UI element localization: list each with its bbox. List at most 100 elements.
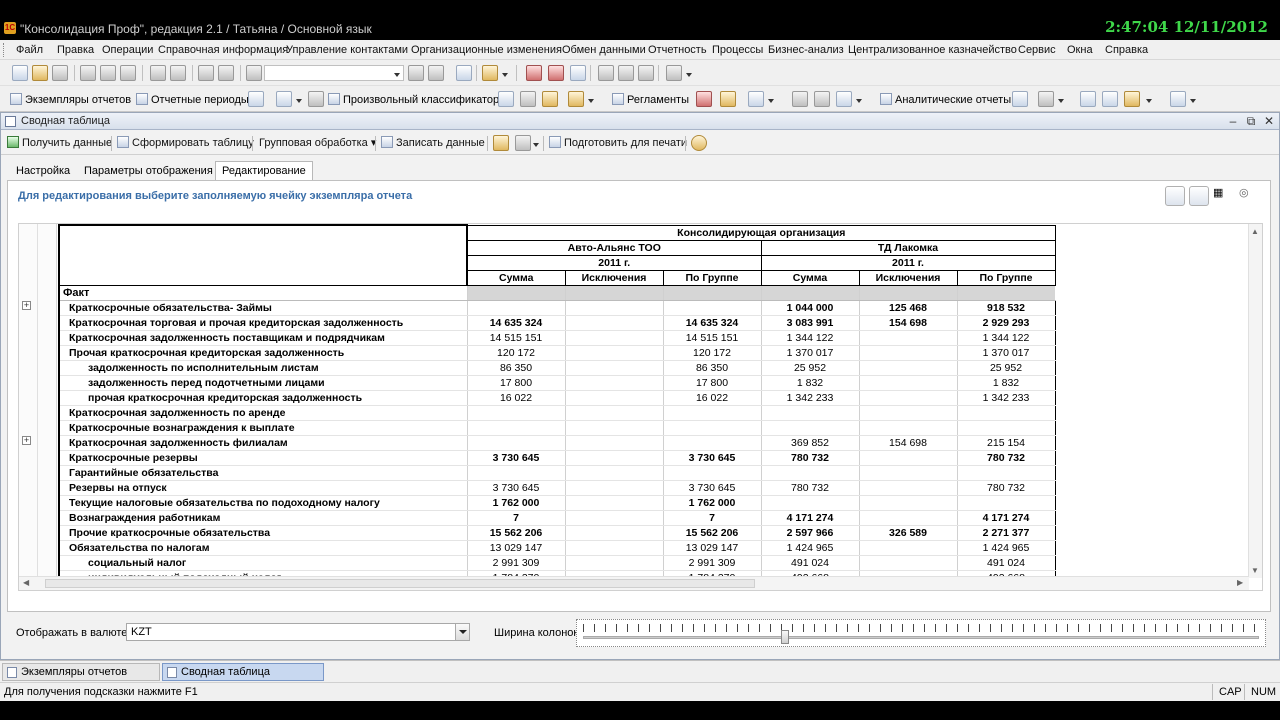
menu-reporting[interactable]: Отчетность (648, 44, 707, 56)
value-cell[interactable] (466, 435, 565, 451)
value-cell[interactable] (564, 540, 663, 556)
expand-group-icon[interactable]: + (22, 301, 31, 310)
value-cell[interactable]: 780 732 (956, 480, 1056, 496)
chevron-down-icon[interactable] (296, 99, 302, 103)
close-icon[interactable]: ✕ (1261, 114, 1277, 128)
chart-icon[interactable] (498, 91, 514, 107)
value-cell[interactable]: 491 024 (760, 555, 859, 571)
report-periods-button[interactable]: Отчетные периоды (136, 93, 249, 106)
value-cell[interactable]: 4 171 274 (760, 510, 859, 526)
value-cell[interactable]: 491 024 (956, 555, 1056, 571)
print-icon[interactable] (150, 65, 166, 81)
value-cell[interactable] (858, 465, 957, 481)
currency-select[interactable]: KZT (126, 623, 470, 641)
memory-minus-icon[interactable] (638, 65, 654, 81)
restore-icon[interactable]: ⧉ (1243, 114, 1259, 129)
expand-group-icon[interactable]: + (22, 436, 31, 445)
menu-reference[interactable]: Справочная информация (158, 44, 288, 56)
menu-service[interactable]: Сервис (1018, 44, 1056, 56)
value-cell[interactable]: 15 562 206 (662, 525, 761, 541)
value-cell[interactable]: 3 083 991 (760, 315, 859, 331)
chevron-down-icon[interactable] (455, 624, 469, 640)
value-cell[interactable]: 780 732 (760, 480, 859, 496)
search-icon[interactable] (246, 65, 262, 81)
value-cell[interactable] (858, 345, 957, 361)
chevron-down-icon[interactable] (1146, 99, 1152, 103)
value-cell[interactable] (564, 390, 663, 406)
chevron-down-icon[interactable] (1190, 99, 1196, 103)
horizontal-scroll-thumb[interactable] (45, 579, 755, 588)
value-cell[interactable] (564, 480, 663, 496)
value-cell[interactable]: 120 172 (466, 345, 565, 361)
tab-display-params[interactable]: Параметры отображения (77, 161, 220, 181)
chevron-down-icon[interactable] (502, 73, 508, 77)
info-icon[interactable] (482, 65, 498, 81)
menu-business-analysis[interactable]: Бизнес-анализ (768, 44, 844, 56)
value-cell[interactable]: 2 929 293 (956, 315, 1056, 331)
menu-org-changes[interactable]: Организационные изменения (411, 44, 562, 56)
org-icon[interactable] (1102, 91, 1118, 107)
value-cell[interactable] (564, 435, 663, 451)
open-folder-icon[interactable] (493, 135, 509, 151)
value-cell[interactable] (858, 495, 957, 511)
value-cell[interactable] (466, 420, 565, 436)
collapse-icon[interactable] (1189, 186, 1209, 206)
value-cell[interactable] (466, 465, 565, 481)
scroll-down-icon[interactable]: ▼ (1251, 566, 1259, 575)
copy-table-icon[interactable] (748, 91, 764, 107)
value-cell[interactable] (760, 495, 859, 511)
task-pivot-table[interactable]: Сводная таблица (162, 663, 324, 681)
value-cell[interactable] (858, 480, 957, 496)
grid-icon[interactable] (248, 91, 264, 107)
value-cell[interactable]: 154 698 (858, 315, 957, 331)
classifier-button[interactable]: Произвольный классификатор (328, 93, 499, 106)
chevron-down-icon[interactable] (768, 99, 774, 103)
value-cell[interactable]: 4 171 274 (956, 510, 1056, 526)
value-cell[interactable]: 326 589 (858, 525, 957, 541)
value-cell[interactable] (858, 390, 957, 406)
value-cell[interactable]: 25 952 (956, 360, 1056, 376)
value-cell[interactable] (760, 405, 859, 421)
value-cell[interactable] (956, 495, 1056, 511)
value-cell[interactable] (858, 405, 957, 421)
print-prep-button[interactable]: Подготовить для печати (549, 136, 687, 149)
copy-icon[interactable] (100, 65, 116, 81)
save-disk-icon[interactable] (515, 135, 531, 151)
paste-icon[interactable] (120, 65, 136, 81)
phone-icon[interactable] (792, 91, 808, 107)
value-cell[interactable] (564, 375, 663, 391)
value-cell[interactable]: 3 730 645 (466, 480, 565, 496)
value-cell[interactable] (564, 420, 663, 436)
value-cell[interactable]: 918 532 (956, 300, 1056, 316)
scroll-left-icon[interactable]: ◀ (23, 578, 29, 587)
save-icon[interactable] (52, 65, 68, 81)
settings-doc-icon[interactable] (1012, 91, 1028, 107)
search-combo[interactable] (264, 65, 404, 81)
value-cell[interactable]: 86 350 (662, 360, 761, 376)
value-cell[interactable] (564, 315, 663, 331)
value-cell[interactable]: 780 732 (956, 450, 1056, 466)
value-cell[interactable] (662, 435, 761, 451)
value-cell[interactable] (564, 300, 663, 316)
windows-icon[interactable] (456, 65, 472, 81)
value-cell[interactable]: 1 762 000 (662, 495, 761, 511)
memory-m-icon[interactable] (598, 65, 614, 81)
compass-icon[interactable]: ◎ (1239, 186, 1259, 206)
value-cell[interactable]: 2 271 377 (956, 525, 1056, 541)
value-cell[interactable]: 215 154 (956, 435, 1056, 451)
film-icon[interactable] (520, 91, 536, 107)
value-cell[interactable]: 1 370 017 (760, 345, 859, 361)
value-cell[interactable]: 14 515 151 (662, 330, 761, 346)
expand-icon[interactable] (1165, 186, 1185, 206)
vertical-scrollbar[interactable]: ▲ ▼ (1248, 224, 1262, 578)
chevron-down-icon[interactable] (394, 73, 400, 77)
layout-icon[interactable] (1170, 91, 1186, 107)
value-cell[interactable]: 2 991 309 (466, 555, 565, 571)
value-cell[interactable]: 3 730 645 (662, 480, 761, 496)
get-data-button[interactable]: Получить данные (7, 136, 112, 149)
minimize-icon[interactable]: – (1225, 114, 1241, 128)
value-cell[interactable] (956, 405, 1056, 421)
value-cell[interactable]: 14 635 324 (466, 315, 565, 331)
value-cell[interactable]: 15 562 206 (466, 525, 565, 541)
value-cell[interactable]: 2 991 309 (662, 555, 761, 571)
